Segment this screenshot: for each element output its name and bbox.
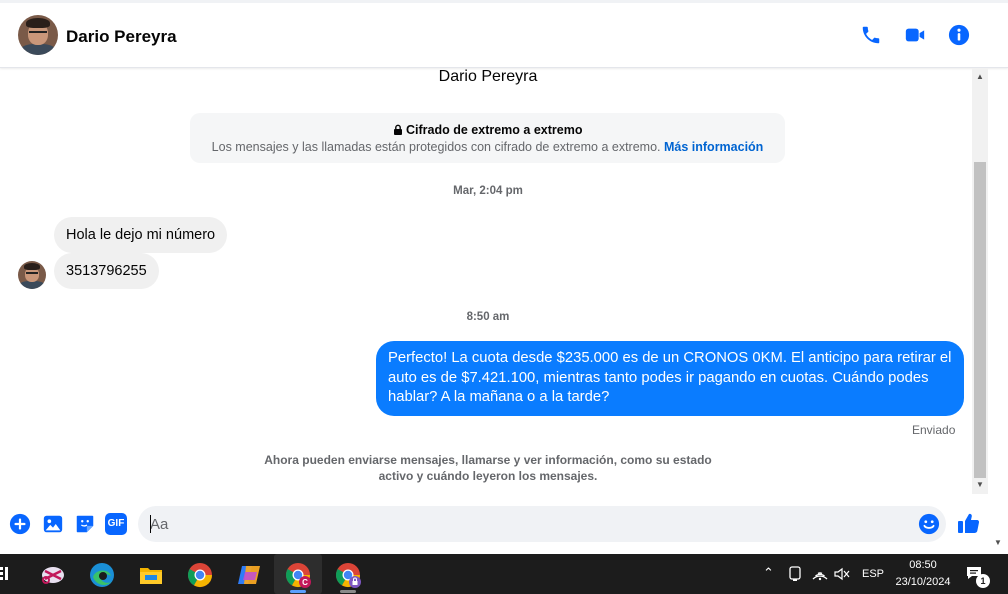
scroll-down-arrow-icon[interactable]: ▼ (972, 477, 988, 493)
text-caret (150, 515, 151, 533)
contact-avatar[interactable] (18, 15, 58, 55)
edge-icon[interactable] (89, 562, 115, 588)
keyboard-language[interactable]: ESP (862, 568, 884, 580)
copilot-icon[interactable] (236, 562, 262, 588)
image-icon[interactable] (42, 513, 64, 535)
more-info-link[interactable]: Más información (664, 140, 763, 154)
message-status: Enviado (912, 423, 956, 437)
chrome-icon[interactable] (187, 562, 213, 588)
add-icon[interactable] (9, 513, 31, 535)
sticker-icon[interactable] (74, 513, 96, 535)
incoming-message[interactable]: Hola le dejo mi número (54, 217, 228, 253)
snipping-tool-icon[interactable] (40, 562, 66, 588)
file-explorer-icon[interactable] (138, 562, 164, 588)
conversation-header: Dario Pereyra (0, 0, 1008, 68)
device-icon[interactable] (788, 566, 802, 582)
notification-badge: 1 (976, 574, 990, 588)
timestamp: Mar, 2:04 pm (453, 185, 523, 197)
encryption-title: Cifrado de extremo a extremo (190, 123, 785, 137)
encryption-description-text: Los mensajes y las llamadas están proteg… (211, 140, 661, 154)
chrome-profile-lock-icon[interactable] (335, 562, 361, 588)
thumbs-up-icon[interactable] (957, 511, 981, 535)
gif-icon[interactable]: GIF (105, 513, 127, 535)
emoji-icon[interactable] (918, 513, 940, 535)
lock-icon (393, 124, 402, 135)
page-scroll-down-icon[interactable]: ▼ (994, 538, 1002, 547)
wifi-icon[interactable] (812, 567, 828, 581)
incoming-message[interactable]: 3513796255 (54, 253, 159, 289)
clock-date[interactable]: 23/10/2024 (892, 576, 954, 588)
outgoing-message[interactable]: Perfecto! La cuota desde $235.000 es de … (376, 341, 964, 416)
contact-name[interactable]: Dario Pereyra (66, 27, 177, 47)
encryption-notice: Cifrado de extremo a extremo Los mensaje… (190, 113, 785, 163)
timestamp: 8:50 am (466, 311, 510, 323)
clock-time[interactable]: 08:50 (907, 559, 939, 571)
video-camera-icon[interactable] (904, 24, 926, 46)
info-icon[interactable] (948, 24, 970, 46)
chrome-profile-c-icon[interactable]: C (285, 562, 311, 588)
phone-icon[interactable] (860, 24, 882, 46)
top-border (0, 0, 1008, 3)
message-input-box[interactable] (138, 506, 946, 542)
task-view-icon[interactable] (0, 565, 10, 581)
message-input[interactable] (150, 506, 910, 542)
encryption-description: Los mensajes y las llamadas están proteg… (190, 140, 785, 154)
running-app-indicator (340, 590, 356, 593)
messenger-window: Dario Pereyra ▲ ▼ Dario Pereyra Cifrado … (0, 0, 1008, 594)
show-hidden-icons-chevron-icon[interactable]: ⌃ (763, 565, 774, 581)
volume-muted-icon[interactable] (834, 567, 850, 581)
active-app-indicator (290, 590, 306, 593)
chat-contact-title: Dario Pereyra (438, 68, 538, 85)
encryption-title-text: Cifrado de extremo a extremo (406, 123, 583, 137)
svg-text:C: C (302, 578, 308, 587)
contact-notice: Ahora pueden enviarse mensajes, llamarse… (264, 453, 712, 483)
sender-avatar[interactable] (18, 261, 46, 289)
